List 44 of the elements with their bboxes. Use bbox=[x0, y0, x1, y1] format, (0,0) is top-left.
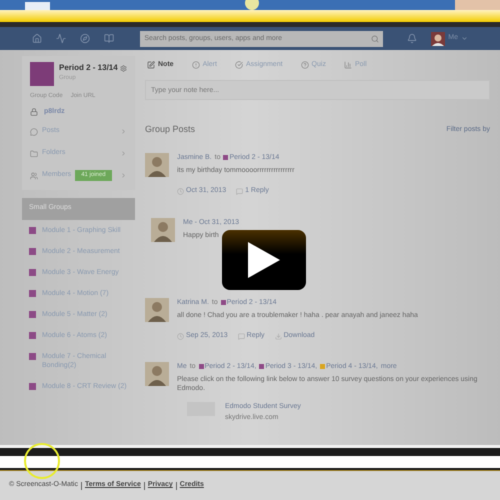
search-icon[interactable] bbox=[371, 34, 380, 42]
avatar-icon[interactable] bbox=[431, 32, 446, 46]
avatar-icon bbox=[145, 298, 169, 322]
chevron-icon bbox=[120, 150, 127, 157]
people-icon bbox=[30, 172, 38, 180]
group-title: Period 2 - 13/14 bbox=[59, 62, 118, 74]
lock-icon bbox=[30, 108, 38, 116]
cursor-highlight bbox=[24, 443, 60, 479]
group-square-icon bbox=[29, 332, 36, 338]
alert-icon bbox=[192, 61, 200, 69]
bar-chart-icon bbox=[344, 61, 352, 69]
compass-icon[interactable] bbox=[80, 33, 90, 44]
feed-title: Group Posts bbox=[145, 123, 196, 136]
chevron-icon bbox=[120, 128, 127, 135]
group-avatar bbox=[30, 62, 54, 86]
chevron-icon bbox=[120, 172, 127, 179]
bell-icon[interactable] bbox=[407, 33, 418, 44]
question-icon bbox=[300, 61, 309, 69]
caret-icon[interactable] bbox=[460, 35, 468, 42]
group-square-icon bbox=[29, 290, 36, 296]
folder-icon bbox=[30, 150, 38, 158]
avatar-icon bbox=[145, 152, 169, 176]
download-icon bbox=[274, 332, 282, 340]
group-square-icon bbox=[29, 382, 36, 390]
group-square-icon bbox=[29, 352, 36, 360]
pencil-icon bbox=[147, 61, 155, 69]
group-square-icon bbox=[29, 268, 36, 276]
home-icon[interactable] bbox=[32, 33, 42, 44]
group-square-icon bbox=[29, 310, 36, 318]
avatar-icon bbox=[151, 218, 175, 242]
play-icon bbox=[248, 242, 280, 278]
book-icon[interactable] bbox=[104, 33, 114, 44]
group-square-icon bbox=[29, 248, 36, 254]
activity-icon[interactable] bbox=[56, 33, 66, 44]
reply-icon bbox=[236, 188, 244, 195]
speech-bubble-icon bbox=[30, 128, 38, 136]
reply-icon bbox=[238, 332, 245, 340]
settings-icon[interactable] bbox=[120, 64, 127, 72]
group-square-icon bbox=[29, 226, 36, 234]
avatar-icon bbox=[145, 362, 169, 386]
play-button[interactable] bbox=[222, 230, 306, 290]
clock-icon bbox=[177, 188, 184, 195]
check-circle-icon bbox=[234, 61, 243, 69]
clock-icon bbox=[177, 332, 184, 340]
